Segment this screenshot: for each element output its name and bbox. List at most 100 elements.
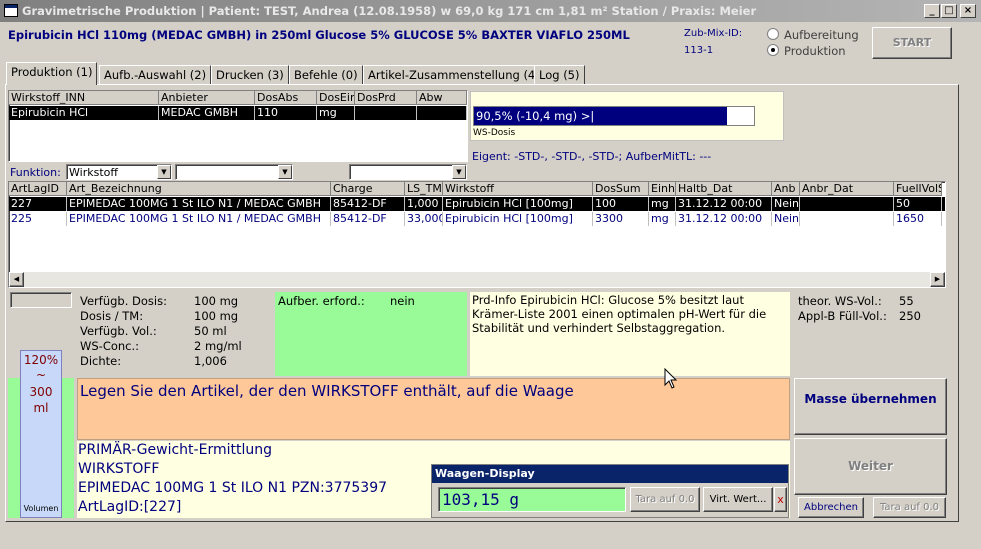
volumen-ml: 300 (29, 385, 53, 399)
tab-produktion[interactable]: Produktion (1) (6, 62, 98, 85)
waagen-value-field: 103,15 g (438, 487, 626, 512)
radio-produktion[interactable] (767, 44, 779, 56)
mix-id-value: 113-1 (684, 45, 714, 56)
table-cell: Nein (774, 197, 800, 211)
column-header[interactable]: Haltb_Dat (676, 182, 772, 196)
tab-aufb-auswahl[interactable]: Aufb.-Auswahl (2) (99, 65, 212, 84)
column-header[interactable]: Wirkstoff_INN (9, 91, 159, 105)
table-cell: mg (649, 212, 676, 226)
ws-dosis-bar-track: 90,5% (-10,4 mg) >| (473, 106, 755, 126)
prd-info-text: Prd-Info Epirubicin HCl: Glucose 5% besi… (472, 293, 767, 335)
info-line: WIRKSTOFF (78, 461, 160, 477)
column-header[interactable]: Art_Bezeichnung (67, 182, 331, 196)
maximize-button[interactable]: □ (941, 4, 957, 18)
tab-drucken[interactable]: Drucken (3) (211, 65, 289, 84)
detail-value: 2 mg/ml (194, 339, 242, 353)
column-header[interactable]: ArtLagID (9, 182, 67, 196)
funktion-select[interactable]: Wirkstoff ▼ (66, 164, 172, 180)
filter-select-2[interactable]: ▼ (175, 164, 293, 180)
horizontal-scrollbar[interactable]: ◀ ▶ (9, 272, 945, 287)
wirkstoff-grid[interactable]: Wirkstoff_INN Anbieter DosAbs DosEin Dos… (8, 90, 468, 162)
close-button[interactable]: × (960, 4, 976, 18)
filter-select-3[interactable]: ▼ (349, 164, 467, 180)
chevron-down-icon[interactable]: ▼ (157, 165, 171, 179)
weiter-button[interactable]: Weiter (794, 438, 947, 495)
column-header[interactable]: Charge (331, 182, 405, 196)
column-header[interactable]: DosEin (317, 91, 355, 105)
abbrechen-button[interactable]: Abbrechen (798, 497, 864, 518)
start-button[interactable]: START (872, 27, 952, 59)
table-cell: EPIMEDAC 100MG 1 St ILO N1 / MEDAC GMBH (67, 197, 331, 211)
table-cell: 227 (9, 197, 67, 211)
table-cell: Epirubicin HCl (9, 106, 159, 120)
chevron-down-icon[interactable]: ▼ (452, 165, 466, 179)
volumen-pct: 120% (23, 353, 59, 367)
waagen-tara-button[interactable]: Tara auf 0.0 (630, 487, 700, 512)
instruction-panel: Legen Sie den Artikel, der den WIRKSTOFF… (77, 378, 790, 440)
waagen-display: Waagen-Display 103,15 g Tara auf 0.0 Vir… (431, 464, 789, 518)
column-header[interactable]: Anbieter (159, 91, 255, 105)
detail-label: WS-Conc.: (80, 339, 140, 353)
product-title: Epirubicin HCl 110mg (MEDAC GMBH) in 250… (8, 28, 630, 42)
tara-button[interactable]: Tara auf 0.0 (873, 497, 946, 518)
tab-befehle[interactable]: Befehle (0) (289, 65, 363, 84)
volumen-tilde: ~ (35, 368, 47, 382)
scroll-right-icon[interactable]: ▶ (930, 272, 945, 287)
detail-value: 1,006 (194, 354, 227, 368)
table-cell: Nein (774, 212, 800, 226)
waagen-title: Waagen-Display (432, 465, 788, 483)
instruction-text: Legen Sie den Artikel, der den WIRKSTOFF… (80, 382, 574, 400)
theor-ws-vol-value: 55 (899, 294, 914, 308)
masse-uebernehmen-button[interactable]: Masse übernehmen (794, 378, 947, 435)
column-header[interactable]: Einh (649, 182, 676, 196)
details-panel: Verfügb. Dosis: 100 mg Dosis / TM: 100 m… (78, 292, 270, 376)
column-header[interactable]: Anbr_Dat (800, 182, 894, 196)
table-cell: Epirubicin HCl [100mg] (443, 197, 593, 211)
minimize-button[interactable]: _ (924, 4, 940, 18)
table-cell: EPIMEDAC 100MG 1 St ILO N1 / MEDAC GMBH (67, 212, 331, 226)
table-cell: 31.12.12 00:00 (676, 212, 772, 226)
theor-ws-vol-label: theor. WS-Vol.: (798, 294, 882, 308)
column-header[interactable]: DosSum (593, 182, 649, 196)
artikel-grid[interactable]: ArtLagID Art_Bezeichnung Charge LS_TM Wirkst… (8, 181, 946, 288)
volumen-panel: 120% ~ 300 ml Volumen (8, 350, 74, 518)
column-header[interactable]: LS_TM (405, 182, 443, 196)
table-row[interactable]: Epirubicin HCl MEDAC GMBH 110 mg (9, 106, 467, 120)
waagen-close-button[interactable]: x (774, 487, 787, 512)
radio-aufbereitung-label: Aufbereitung (784, 28, 859, 42)
aufber-panel: Aufber. erford.: nein (275, 292, 467, 376)
table-cell: 100 (593, 197, 649, 211)
table-cell: 85412-DF (331, 212, 405, 226)
tab-artikel-zusammenstellung[interactable]: Artikel-Zusammenstellung (4) (363, 65, 545, 84)
ws-dosis-bar-text: 90,5% (-10,4 mg) >| (476, 109, 595, 123)
table-cell: 1,000 (405, 197, 443, 211)
appl-b-value: 250 (899, 309, 921, 323)
column-header[interactable]: DosAbs (255, 91, 317, 105)
detail-label: Verfügb. Dosis: (80, 294, 167, 308)
funktion-value: Wirkstoff (69, 166, 118, 179)
volumen-label: Volumen (23, 504, 59, 513)
table-cell: Epirubicin HCl [100mg] (443, 212, 593, 226)
aufber-value: nein (390, 294, 415, 308)
virt-wert-button[interactable]: Virt. Wert... (703, 487, 773, 512)
scroll-left-icon[interactable]: ◀ (9, 272, 24, 287)
info-line: PRIMÄR-Gewicht-Ermittlung (78, 442, 272, 458)
volume-info-panel: theor. WS-Vol.: 55 Appl-B Füll-Vol.: 250 (795, 292, 947, 376)
tab-log[interactable]: Log (5) (534, 65, 585, 84)
column-header[interactable]: FuellVolS (894, 182, 942, 196)
table-row[interactable]: 227 EPIMEDAC 100MG 1 St ILO N1 / MEDAC GM… (9, 197, 945, 211)
column-header[interactable]: Abw (417, 91, 467, 105)
empty-field (10, 292, 72, 308)
table-cell: 50 (894, 197, 942, 211)
detail-value: 50 ml (194, 324, 227, 338)
radio-aufbereitung[interactable] (767, 28, 779, 40)
radio-produktion-label: Produktion (784, 44, 846, 58)
table-row[interactable]: 225 EPIMEDAC 100MG 1 St ILO N1 / MEDAC GM… (9, 212, 945, 226)
column-header[interactable]: Anb (772, 182, 800, 196)
column-header[interactable]: DosPrd (355, 91, 417, 105)
column-header[interactable]: Wirkstoff (443, 182, 593, 196)
detail-label: Dichte: (80, 354, 122, 368)
info-line: EPIMEDAC 100MG 1 St ILO N1 PZN:3775397 (78, 480, 388, 496)
title-bar: Gravimetrische Produktion | Patient: TES… (0, 0, 981, 22)
chevron-down-icon[interactable]: ▼ (278, 165, 292, 179)
